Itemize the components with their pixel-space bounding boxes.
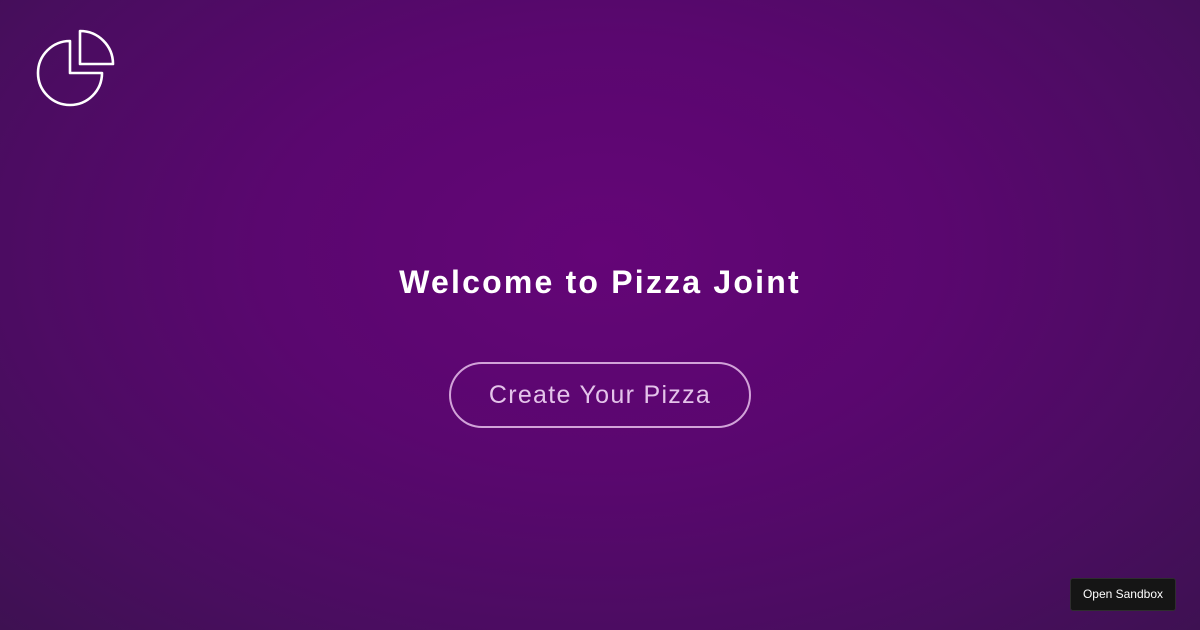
open-sandbox-button[interactable]: Open Sandbox bbox=[1069, 578, 1176, 611]
create-pizza-button[interactable]: Create Your Pizza bbox=[449, 362, 751, 428]
page-title: Welcome to Pizza Joint bbox=[399, 264, 801, 300]
hero-section: Welcome to Pizza Joint Create Your Pizza bbox=[0, 0, 1200, 630]
